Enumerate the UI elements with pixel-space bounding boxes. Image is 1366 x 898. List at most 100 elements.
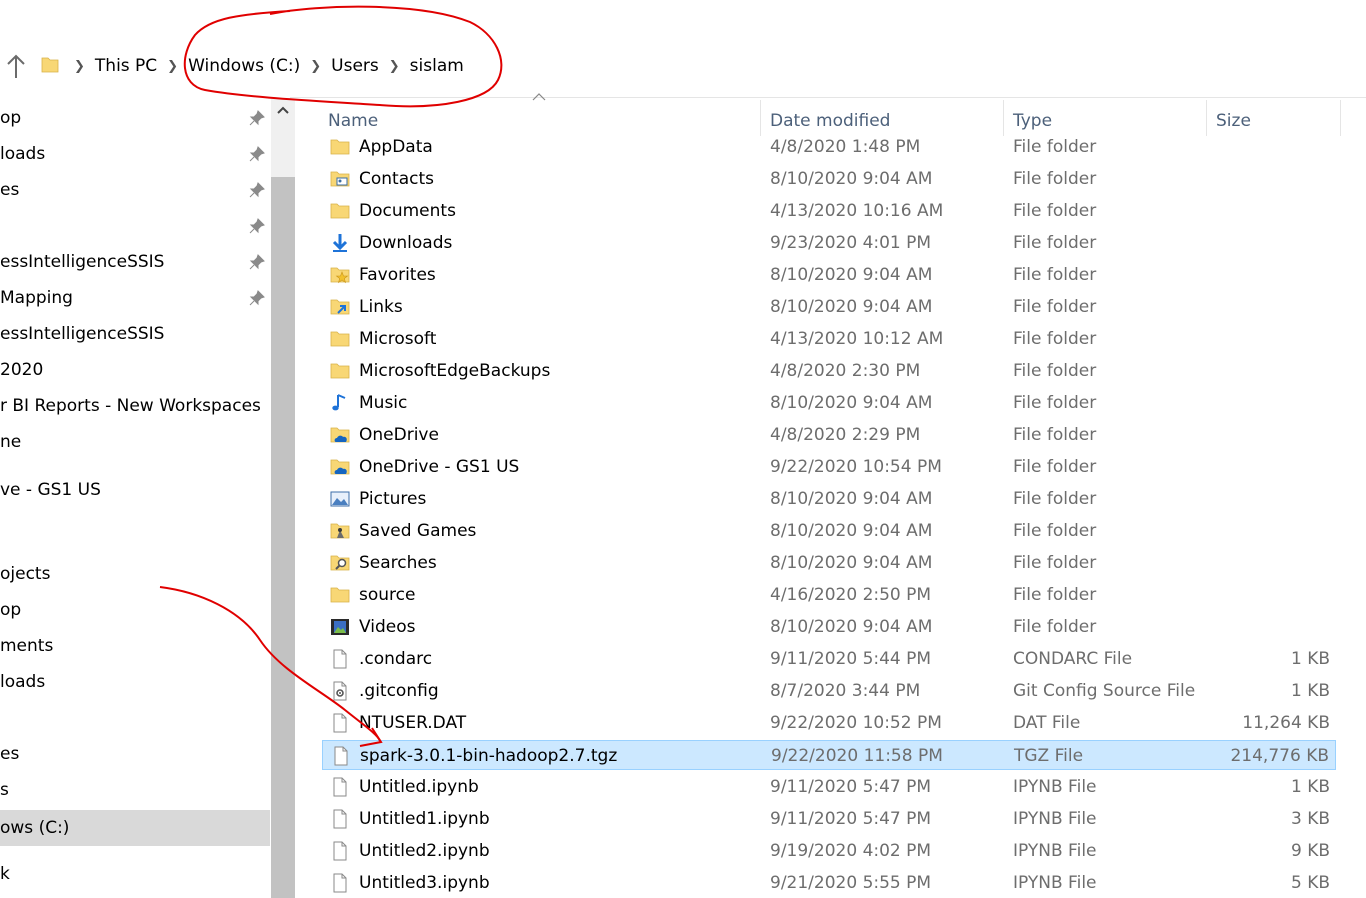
file-row[interactable]: .gitconfig 8/7/2020 3:44 PM Git Config Sou… <box>322 676 1336 706</box>
file-name: Saved Games <box>359 521 477 541</box>
file-row[interactable]: OneDrive - GS1 US 9/22/2020 10:54 PM File … <box>322 452 1336 482</box>
sidebar-item-label: s <box>0 780 9 800</box>
sidebar-item[interactable]: es <box>0 177 270 203</box>
file-row[interactable]: Untitled3.ipynb 9/21/2020 5:55 PM IPYNB Fi… <box>322 868 1336 898</box>
breadcrumb-item-windows-c[interactable]: Windows (C:) <box>188 56 300 76</box>
file-row[interactable]: NTUSER.DAT 9/22/2020 10:52 PM DAT File 11,2… <box>322 708 1336 738</box>
file-row[interactable]: AppData 4/8/2020 1:48 PM File folder <box>322 132 1336 162</box>
file-type: IPYNB File <box>1013 809 1097 829</box>
chevron-right-icon[interactable]: ❯ <box>74 59 85 74</box>
scroll-up-icon[interactable] <box>276 105 290 115</box>
file-row[interactable]: Pictures 8/10/2020 9:04 AM File folder <box>322 484 1336 514</box>
sidebar-item-label: essIntelligenceSSIS <box>0 324 165 344</box>
sidebar-item[interactable]: op <box>0 597 270 623</box>
file-row[interactable]: Contacts 8/10/2020 9:04 AM File folder <box>322 164 1336 194</box>
file-row[interactable]: .condarc 9/11/2020 5:44 PM CONDARC File 1 K… <box>322 644 1336 674</box>
chevron-right-icon[interactable]: ❯ <box>389 59 400 74</box>
videos-icon <box>331 619 349 635</box>
sidebar-item[interactable]: loads <box>0 669 270 695</box>
pin-icon[interactable] <box>249 218 265 234</box>
breadcrumb-item-users[interactable]: Users <box>331 56 379 76</box>
sidebar-item-label: ve - GS1 US <box>0 480 101 500</box>
pin-icon[interactable] <box>249 254 265 270</box>
file-row[interactable]: Favorites 8/10/2020 9:04 AM File folder <box>322 260 1336 290</box>
sidebar-item[interactable]: ve - GS1 US <box>0 477 270 503</box>
file-date-modified: 4/8/2020 2:29 PM <box>770 425 921 445</box>
chevron-right-icon[interactable]: ❯ <box>310 59 321 74</box>
favorites-folder-icon <box>330 267 350 284</box>
pin-icon[interactable] <box>249 146 265 162</box>
file-name: OneDrive <box>359 425 439 445</box>
file-row[interactable]: Searches 8/10/2020 9:04 AM File folder <box>322 548 1336 578</box>
file-type: File folder <box>1013 585 1097 605</box>
sidebar-scrollbar[interactable] <box>271 99 295 898</box>
sort-ascending-icon <box>532 93 546 101</box>
sidebar-item[interactable]: es <box>0 741 270 767</box>
column-divider[interactable] <box>1003 100 1004 136</box>
scrollbar-thumb[interactable] <box>271 177 295 898</box>
file-row[interactable]: Music 8/10/2020 9:04 AM File folder <box>322 388 1336 418</box>
sidebar-item[interactable]: ments <box>0 633 270 659</box>
file-row[interactable]: Microsoft 4/13/2020 10:12 AM File folder <box>322 324 1336 354</box>
sidebar-item-label: ne <box>0 432 22 452</box>
address-bar: ❯ This PC ❯ Windows (C:) ❯ Users ❯ sisla… <box>0 40 1366 92</box>
sidebar-item[interactable]: ojects <box>0 561 270 587</box>
file-row[interactable]: Documents 4/13/2020 10:16 AM File folder <box>322 196 1336 226</box>
file-date-modified: 8/10/2020 9:04 AM <box>770 393 933 413</box>
file-date-modified: 8/10/2020 9:04 AM <box>770 617 933 637</box>
column-divider[interactable] <box>1206 100 1207 136</box>
sidebar-item[interactable]: k <box>0 861 270 887</box>
pin-icon[interactable] <box>249 110 265 126</box>
pin-icon[interactable] <box>249 182 265 198</box>
pin-icon[interactable] <box>249 290 265 306</box>
file-size: 5 KB <box>1290 873 1330 893</box>
file-row[interactable]: Videos 8/10/2020 9:04 AM File folder <box>322 612 1336 642</box>
sidebar-item[interactable]: op <box>0 105 270 131</box>
file-row[interactable]: Downloads 9/23/2020 4:01 PM File folder <box>322 228 1336 258</box>
sidebar-item[interactable]: essIntelligenceSSIS <box>0 321 270 347</box>
sidebar-item[interactable]: loads <box>0 141 270 167</box>
file-row[interactable]: Untitled.ipynb 9/11/2020 5:47 PM IPYNB Fil… <box>322 772 1336 802</box>
column-header-name[interactable]: Name <box>328 107 378 135</box>
file-row[interactable]: Untitled1.ipynb 9/11/2020 5:47 PM IPYNB Fi… <box>322 804 1336 834</box>
column-header-date-modified[interactable]: Date modified <box>770 107 890 135</box>
sidebar-item[interactable]: s <box>0 777 270 803</box>
sidebar-item[interactable]: ows (C:) <box>0 810 270 846</box>
up-arrow-icon[interactable] <box>6 54 26 80</box>
column-header-size[interactable]: Size <box>1216 107 1251 135</box>
file-date-modified: 9/22/2020 11:58 PM <box>771 746 943 766</box>
navigation-pane: op loads es essIntelligenceSSIS Mapping essIn… <box>0 99 270 898</box>
column-header-type[interactable]: Type <box>1013 107 1052 135</box>
file-row[interactable]: Links 8/10/2020 9:04 AM File folder <box>322 292 1336 322</box>
chevron-right-icon[interactable]: ❯ <box>167 59 178 74</box>
file-type: IPYNB File <box>1013 841 1097 861</box>
sidebar-item[interactable]: Mapping <box>0 285 270 311</box>
file-name: Favorites <box>359 265 436 285</box>
sidebar-item[interactable]: r BI Reports - New Workspaces <box>0 393 270 419</box>
file-icon <box>333 777 347 797</box>
file-type: File folder <box>1013 201 1097 221</box>
file-icon <box>334 746 348 766</box>
column-divider[interactable] <box>760 100 761 136</box>
breadcrumb-item-sislam[interactable]: sislam <box>410 56 464 76</box>
file-type: IPYNB File <box>1013 873 1097 893</box>
sidebar-item[interactable] <box>0 213 270 239</box>
file-name: OneDrive - GS1 US <box>359 457 520 477</box>
column-divider[interactable] <box>1340 100 1341 136</box>
file-row[interactable]: source 4/16/2020 2:50 PM File folder <box>322 580 1336 610</box>
file-row[interactable]: Saved Games 8/10/2020 9:04 AM File folder <box>322 516 1336 546</box>
file-row[interactable]: MicrosoftEdgeBackups 4/8/2020 2:30 PM File… <box>322 356 1336 386</box>
file-row[interactable]: spark-3.0.1-bin-hadoop2.7.tgz 9/22/2020 1… <box>322 740 1336 770</box>
file-type: File folder <box>1013 361 1097 381</box>
file-row[interactable]: OneDrive 4/8/2020 2:29 PM File folder <box>322 420 1336 450</box>
file-name: Music <box>359 393 408 413</box>
sidebar-item[interactable]: essIntelligenceSSIS <box>0 249 270 275</box>
sidebar-item[interactable]: ne <box>0 429 270 455</box>
breadcrumb-item-this-pc[interactable]: This PC <box>95 56 157 76</box>
links-folder-icon <box>330 299 350 315</box>
sidebar-item[interactable]: 2020 <box>0 357 270 383</box>
file-row[interactable]: Untitled2.ipynb 9/19/2020 4:02 PM IPYNB Fi… <box>322 836 1336 866</box>
file-date-modified: 4/13/2020 10:16 AM <box>770 201 944 221</box>
file-name: Untitled1.ipynb <box>359 809 490 829</box>
file-date-modified: 9/23/2020 4:01 PM <box>770 233 932 253</box>
